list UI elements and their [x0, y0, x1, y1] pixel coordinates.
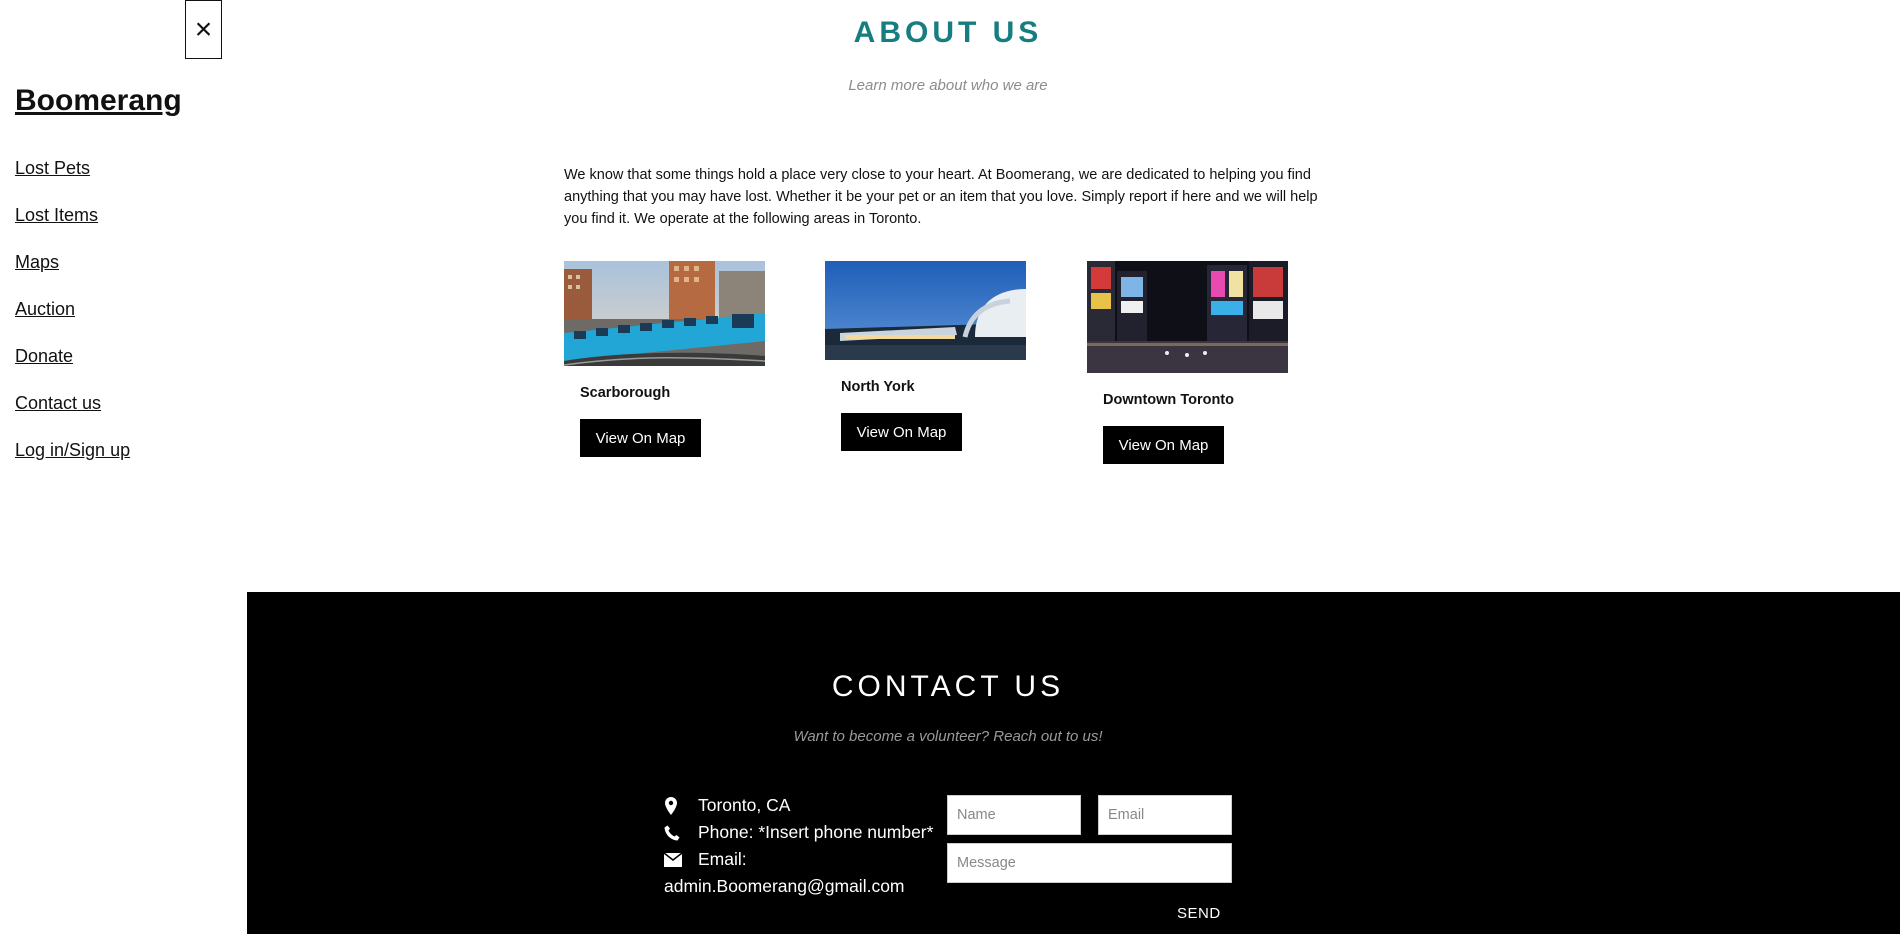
email-field[interactable]: [1098, 795, 1232, 835]
sidebar: × Boomerang Lost Pets Lost Items Maps Au…: [0, 0, 247, 934]
envelope-icon: [663, 849, 684, 872]
phone-icon: [664, 822, 684, 846]
sidebar-item-lost-items[interactable]: Lost Items: [15, 205, 130, 252]
contact-section: CONTACT US Want to become a volunteer? R…: [247, 592, 1900, 934]
view-on-map-button[interactable]: View On Map: [1103, 426, 1224, 464]
close-button[interactable]: ×: [185, 0, 222, 59]
scarborough-train-image: [564, 261, 765, 366]
about-description: We know that some things hold a place ve…: [564, 166, 1318, 227]
view-on-map-button[interactable]: View On Map: [841, 413, 962, 451]
north-york-building-image: [825, 261, 1026, 360]
sidebar-nav: Lost Pets Lost Items Maps Auction Donate…: [15, 158, 130, 487]
location-card-north-york: North York View On Map: [825, 261, 1026, 451]
location-name: North York: [841, 379, 915, 395]
email-value[interactable]: admin.Boomerang@gmail.com: [664, 876, 905, 897]
contact-subtitle: Want to become a volunteer? Reach out to…: [793, 728, 1103, 745]
location-text: Toronto, CA: [698, 795, 791, 815]
phone-text: Phone: *Insert phone number*: [698, 822, 934, 842]
name-field[interactable]: [947, 795, 1081, 835]
location-card-downtown-toronto: Downtown Toronto View On Map: [1087, 261, 1288, 464]
location-name: Scarborough: [580, 385, 671, 401]
close-icon[interactable]: ×: [195, 13, 213, 46]
location-card-scarborough: Scarborough View On Map: [564, 261, 765, 457]
location-name: Downtown Toronto: [1103, 392, 1234, 408]
sidebar-item-contact-us[interactable]: Contact us: [15, 393, 130, 440]
send-button[interactable]: SEND: [1177, 905, 1221, 922]
sidebar-item-donate[interactable]: Donate: [15, 346, 130, 393]
sidebar-item-auction[interactable]: Auction: [15, 299, 130, 346]
email-label: Email:: [698, 849, 747, 869]
sidebar-item-lost-pets[interactable]: Lost Pets: [15, 158, 130, 205]
map-marker-icon: [664, 795, 684, 820]
about-subtitle: Learn more about who we are: [848, 77, 1048, 94]
sidebar-item-maps[interactable]: Maps: [15, 252, 130, 299]
downtown-toronto-square-image: [1087, 261, 1288, 373]
sidebar-item-login-signup[interactable]: Log in/Sign up: [15, 440, 130, 487]
brand-link[interactable]: Boomerang: [15, 84, 182, 118]
view-on-map-button[interactable]: View On Map: [580, 419, 701, 457]
message-field[interactable]: [947, 843, 1232, 883]
about-title: ABOUT US: [853, 16, 1043, 49]
contact-title: CONTACT US: [831, 670, 1065, 703]
